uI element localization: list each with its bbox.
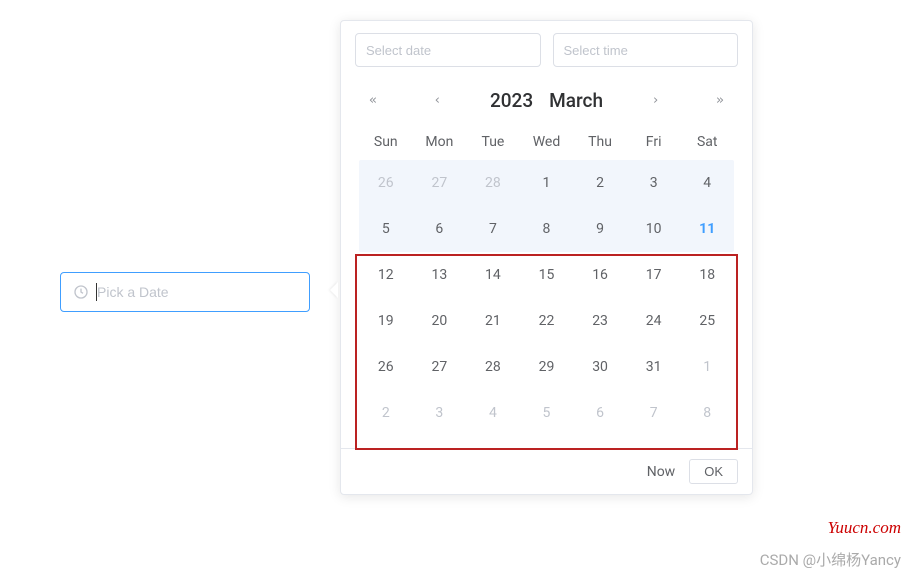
next-month-button[interactable]: ›: [643, 93, 667, 108]
calendar-day[interactable]: 3: [627, 160, 681, 206]
calendar-day[interactable]: 27: [413, 160, 467, 206]
calendar-day[interactable]: 4: [680, 160, 734, 206]
prev-year-button[interactable]: «: [361, 93, 385, 108]
watermark-grey: CSDN @小绵杨Yancy: [760, 549, 901, 570]
date-input-wrapper[interactable]: [60, 272, 310, 312]
calendar-day[interactable]: 6: [573, 390, 627, 436]
select-date-input[interactable]: [366, 43, 530, 58]
date-picker-popover: « ‹ 2023 March › » Sun Mon Tue Wed Thu F…: [340, 20, 753, 495]
calendar-day[interactable]: 16: [573, 252, 627, 298]
calendar-day[interactable]: 17: [627, 252, 681, 298]
weekday-label: Wed: [520, 134, 574, 150]
calendar-footer: Now OK: [341, 448, 752, 494]
calendar-year[interactable]: 2023: [490, 89, 533, 112]
calendar-day[interactable]: 18: [680, 252, 734, 298]
weekday-label: Fri: [627, 134, 681, 150]
calendar-day[interactable]: 15: [520, 252, 574, 298]
weekday-label: Tue: [466, 134, 520, 150]
calendar-day[interactable]: 4: [466, 390, 520, 436]
calendar-day[interactable]: 14: [466, 252, 520, 298]
select-date-field[interactable]: [355, 33, 541, 67]
calendar-day[interactable]: 5: [359, 206, 413, 252]
calendar-day[interactable]: 2: [359, 390, 413, 436]
ok-button[interactable]: OK: [689, 459, 738, 484]
calendar-day[interactable]: 1: [520, 160, 574, 206]
calendar-header: « ‹ 2023 March › »: [341, 75, 752, 122]
calendar-day[interactable]: 8: [520, 206, 574, 252]
calendar-day[interactable]: 26: [359, 344, 413, 390]
calendar-day[interactable]: 23: [573, 298, 627, 344]
calendar-day[interactable]: 21: [466, 298, 520, 344]
calendar-day[interactable]: 28: [466, 160, 520, 206]
calendar-day[interactable]: 24: [627, 298, 681, 344]
calendar-day[interactable]: 7: [466, 206, 520, 252]
calendar-day[interactable]: 12: [359, 252, 413, 298]
prev-month-button[interactable]: ‹: [425, 93, 449, 108]
calendar-day[interactable]: 3: [413, 390, 467, 436]
calendar-day[interactable]: 22: [520, 298, 574, 344]
date-input[interactable]: [97, 284, 297, 300]
calendar-day[interactable]: 6: [413, 206, 467, 252]
calendar-day[interactable]: 20: [413, 298, 467, 344]
calendar-day[interactable]: 27: [413, 344, 467, 390]
next-year-button[interactable]: »: [708, 93, 732, 108]
weekday-label: Mon: [413, 134, 467, 150]
weekday-label: Thu: [573, 134, 627, 150]
weekday-label: Sun: [359, 134, 413, 150]
calendar-grid: 2627281234567891011121314151617181920212…: [359, 160, 734, 436]
weekday-label: Sat: [680, 134, 734, 150]
weekday-row: Sun Mon Tue Wed Thu Fri Sat: [341, 122, 752, 158]
calendar-day[interactable]: 29: [520, 344, 574, 390]
calendar-day[interactable]: 1: [680, 344, 734, 390]
calendar-day[interactable]: 13: [413, 252, 467, 298]
select-time-field[interactable]: [553, 33, 739, 67]
calendar-month[interactable]: March: [549, 89, 603, 112]
calendar-day[interactable]: 26: [359, 160, 413, 206]
calendar-day[interactable]: 11: [680, 206, 734, 252]
calendar-day[interactable]: 9: [573, 206, 627, 252]
calendar-day[interactable]: 7: [627, 390, 681, 436]
calendar-day[interactable]: 25: [680, 298, 734, 344]
watermark-red: Yuucn.com: [827, 518, 901, 538]
calendar-day[interactable]: 5: [520, 390, 574, 436]
calendar-day[interactable]: 31: [627, 344, 681, 390]
select-time-input[interactable]: [564, 43, 728, 58]
now-button[interactable]: Now: [647, 464, 676, 480]
calendar-day[interactable]: 8: [680, 390, 734, 436]
calendar-day[interactable]: 2: [573, 160, 627, 206]
calendar-day[interactable]: 28: [466, 344, 520, 390]
calendar-day[interactable]: 10: [627, 206, 681, 252]
text-cursor: [96, 283, 97, 301]
calendar-day[interactable]: 19: [359, 298, 413, 344]
calendar-day[interactable]: 30: [573, 344, 627, 390]
popover-arrow: [330, 282, 338, 298]
clock-icon: [73, 284, 89, 300]
